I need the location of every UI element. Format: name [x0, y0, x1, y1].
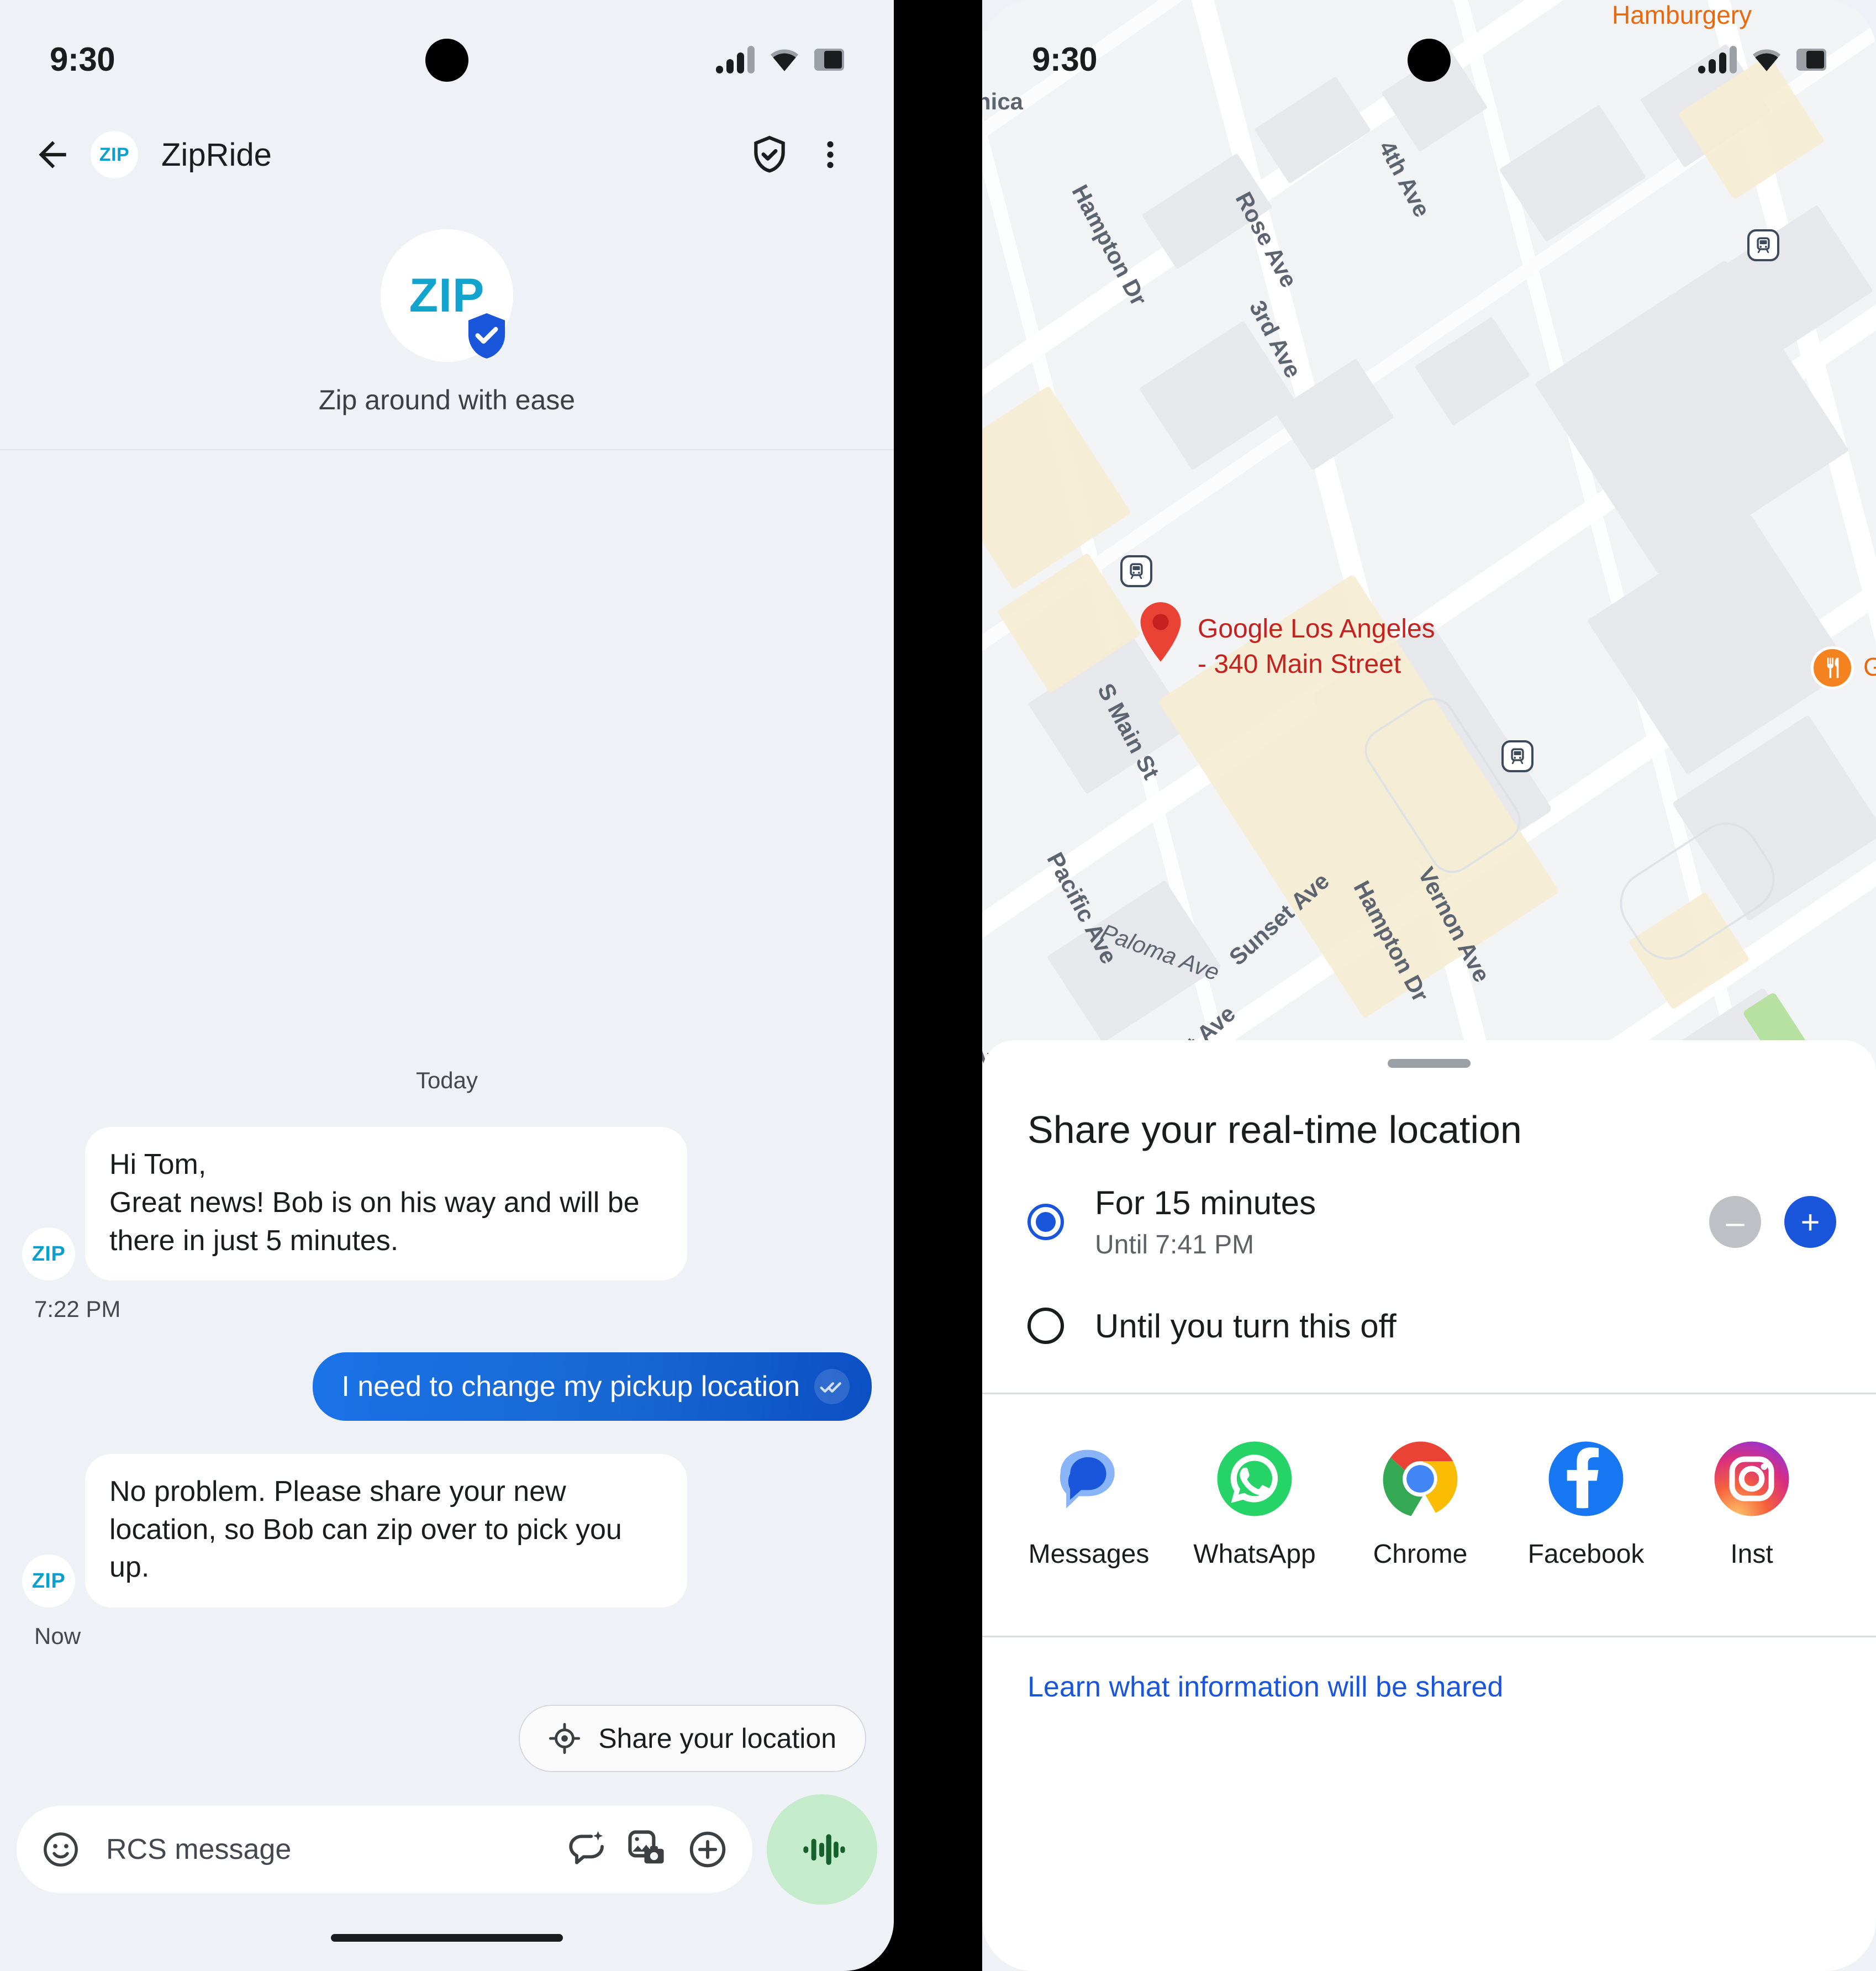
- battery-icon: [1796, 48, 1826, 71]
- wifi-icon: [1752, 49, 1781, 71]
- avatar-initials: ZIP: [99, 144, 130, 165]
- learn-more-link[interactable]: Learn what information will be shared: [982, 1637, 1876, 1704]
- facebook-icon: [1545, 1437, 1627, 1520]
- message-avatar: ZIP: [22, 1554, 75, 1608]
- business-logo: ZIP: [381, 229, 513, 362]
- message-input-field[interactable]: RCS message: [106, 1833, 547, 1866]
- cellular-signal-icon: [716, 45, 755, 73]
- drag-handle[interactable]: [1388, 1059, 1471, 1068]
- radio-button-unselected[interactable]: [1027, 1308, 1064, 1344]
- share-location-bottom-sheet: Share your real-time location For 15 min…: [982, 1040, 1876, 1971]
- dual-phone-screenshot: 9:30 ZIP ZipRide ZIP Zip around with eas…: [0, 0, 1876, 1971]
- message-bubble-incoming[interactable]: No problem. Please share your new locati…: [85, 1454, 687, 1608]
- conversation-title: ZipRide: [161, 136, 272, 173]
- business-tagline: Zip around with ease: [318, 384, 576, 415]
- conversation-avatar[interactable]: ZIP: [91, 131, 138, 178]
- suggested-actions: Share your location: [22, 1705, 866, 1772]
- avatar-initials: ZIP: [31, 1569, 66, 1593]
- place-label-line1: Google Los Angeles: [1198, 614, 1435, 644]
- share-target-chrome[interactable]: Chrome: [1357, 1437, 1484, 1569]
- plus-circle-icon[interactable]: [687, 1829, 728, 1870]
- business-brand-header: ZIP Zip around with ease: [0, 191, 894, 450]
- duration-options: For 15 minutes Until 7:41 PM – + Until y…: [982, 1152, 1876, 1367]
- battery-icon: [814, 48, 844, 71]
- chat-screen-root: 9:30 ZIP ZipRide ZIP Zip around with eas…: [0, 0, 894, 1971]
- chip-label: Share your location: [598, 1723, 836, 1754]
- app-label: Inst: [1730, 1540, 1773, 1569]
- share-target-apps: Messages WhatsApp Chrome Facebook Inst: [982, 1394, 1876, 1610]
- message-bubble-incoming[interactable]: Hi Tom, Great news! Bob is on his way an…: [85, 1127, 687, 1281]
- decrement-button[interactable]: –: [1709, 1196, 1761, 1248]
- message-timestamp: 7:22 PM: [34, 1296, 121, 1322]
- message-row-incoming-2: ZIP No problem. Please share your new lo…: [22, 1454, 872, 1608]
- share-target-instagram[interactable]: Inst: [1688, 1437, 1815, 1569]
- shield-check-icon[interactable]: [739, 124, 800, 185]
- duration-option-until-off[interactable]: Until you turn this off: [982, 1284, 1876, 1367]
- message-text: I need to change my pickup location: [341, 1371, 800, 1403]
- message-avatar: ZIP: [22, 1227, 75, 1281]
- message-input-container[interactable]: RCS message: [17, 1806, 752, 1893]
- status-bar-clock: 9:30: [50, 41, 115, 78]
- magic-compose-icon[interactable]: [566, 1829, 607, 1870]
- my-location-icon: [549, 1722, 581, 1754]
- share-location-chip[interactable]: Share your location: [519, 1705, 866, 1772]
- place-label-line2: - 340 Main Street: [1198, 649, 1401, 679]
- map-screen-root: nica Hampton Dr Rose Ave 3rd Ave 4th Ave…: [982, 0, 1876, 1971]
- share-target-facebook[interactable]: Facebook: [1522, 1437, 1650, 1569]
- verified-shield-icon: [468, 313, 505, 359]
- instagram-icon: [1710, 1437, 1793, 1520]
- transit-station-icon[interactable]: [1501, 740, 1534, 772]
- option-label: Until you turn this off: [1095, 1307, 1397, 1345]
- date-separator: Today: [415, 1067, 478, 1094]
- share-target-messages[interactable]: Messages: [1025, 1437, 1152, 1569]
- map-pin-icon[interactable]: [1140, 602, 1182, 662]
- voice-message-button[interactable]: [767, 1794, 877, 1905]
- message-thread[interactable]: Today ZIP Hi Tom, Great news! Bob is on …: [0, 450, 894, 1772]
- transit-station-icon[interactable]: [1120, 555, 1152, 587]
- gallery-camera-icon[interactable]: [625, 1828, 668, 1871]
- message-row-incoming-1: ZIP Hi Tom, Great news! Bob is on his wa…: [22, 1127, 872, 1281]
- message-timestamp: Now: [34, 1623, 81, 1649]
- chrome-icon: [1379, 1437, 1462, 1520]
- more-vert-icon[interactable]: [800, 124, 861, 185]
- emoji-smiley-icon[interactable]: [41, 1830, 81, 1869]
- increment-button[interactable]: +: [1784, 1196, 1836, 1248]
- front-camera-cutout: [425, 39, 468, 82]
- app-label: WhatsApp: [1193, 1540, 1316, 1569]
- message-bubble-outgoing[interactable]: I need to change my pickup location: [313, 1352, 872, 1421]
- option-label: For 15 minutes: [1095, 1184, 1316, 1221]
- option-sublabel: Until 7:41 PM: [1095, 1230, 1255, 1259]
- double-check-icon: [814, 1369, 850, 1405]
- back-arrow-icon[interactable]: [22, 124, 83, 185]
- app-label: Chrome: [1373, 1540, 1468, 1569]
- chat-app-bar: ZIP ZipRide: [0, 119, 894, 191]
- avatar-initials: ZIP: [31, 1242, 66, 1266]
- status-bar-clock: 9:30: [1032, 41, 1098, 78]
- app-label: Messages: [1028, 1540, 1150, 1569]
- app-label: Facebook: [1527, 1540, 1645, 1569]
- duration-option-15-minutes[interactable]: For 15 minutes Until 7:41 PM – +: [982, 1181, 1876, 1263]
- radio-button-selected[interactable]: [1027, 1204, 1064, 1240]
- phone-left-rcs-chat: 9:30 ZIP ZipRide ZIP Zip around with eas…: [0, 0, 894, 1971]
- google-messages-icon: [1047, 1437, 1130, 1520]
- place-label[interactable]: Google Los Angeles - 340 Main Street: [1198, 613, 1435, 680]
- whatsapp-icon: [1213, 1437, 1296, 1520]
- message-composer-bar: RCS message: [0, 1772, 894, 1905]
- poi-label-gjusta[interactable]: Gjusta: [1863, 652, 1876, 682]
- front-camera-cutout: [1408, 39, 1451, 82]
- transit-station-icon[interactable]: [1747, 229, 1779, 261]
- home-gesture-bar: [0, 1905, 894, 1971]
- sheet-title: Share your real-time location: [1027, 1108, 1522, 1151]
- phone-right-location-share: nica Hampton Dr Rose Ave 3rd Ave 4th Ave…: [982, 0, 1876, 1971]
- restaurant-icon[interactable]: [1811, 646, 1854, 689]
- cellular-signal-icon: [1698, 45, 1737, 73]
- message-row-outgoing: I need to change my pickup location: [22, 1352, 872, 1421]
- share-target-whatsapp[interactable]: WhatsApp: [1191, 1437, 1318, 1569]
- voice-waveform-icon: [803, 1834, 845, 1865]
- duration-stepper: – +: [1709, 1196, 1836, 1248]
- wifi-icon: [770, 49, 799, 71]
